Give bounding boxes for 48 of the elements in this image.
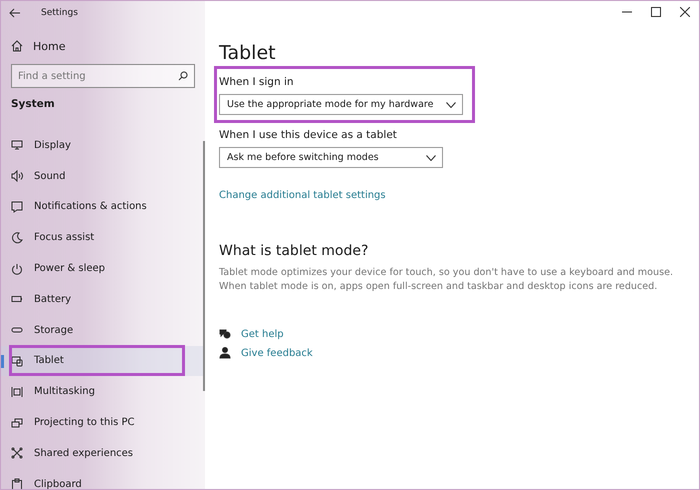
sidebar-item[interactable]: Tablet xyxy=(1,346,205,376)
dropdown[interactable]: Use the appropriate mode for my hardware xyxy=(219,94,463,115)
page-title: Tablet xyxy=(219,42,277,66)
sidebar-item[interactable]: Clipboard xyxy=(1,468,205,489)
sidebar-item[interactable]: Notifications & actions xyxy=(1,192,205,222)
sidebar-item[interactable]: Shared experiences xyxy=(1,438,205,469)
section-heading: System xyxy=(11,98,56,112)
help-link[interactable]: Get help xyxy=(241,328,284,340)
clipboard-icon xyxy=(11,478,23,489)
moon-icon xyxy=(11,232,23,244)
tablet-icon xyxy=(11,354,23,367)
home-icon xyxy=(11,40,23,52)
sidebar-item[interactable]: Display xyxy=(1,130,205,161)
person-icon xyxy=(219,347,231,359)
sidebar-item[interactable]: Multitasking xyxy=(1,376,205,408)
window-title: Settings xyxy=(41,8,78,18)
chevron-down-icon xyxy=(446,102,456,108)
setting-label: When I sign in xyxy=(219,75,295,90)
description-text: Tablet mode optimizes your device for touch, so you don't have to use a keyboard and mouse. When tablet mode is on, apps open full-screen and taskbar and desktop icons are reduced. xyxy=(219,266,674,294)
settings-link[interactable]: Change additional tablet settings xyxy=(219,190,386,201)
help-bubble-icon xyxy=(219,328,231,340)
projector-icon xyxy=(11,416,23,429)
speech-bubble-icon xyxy=(11,200,23,213)
selection-indicator xyxy=(1,354,4,368)
speaker-icon xyxy=(11,170,23,182)
sidebar-item[interactable]: Storage xyxy=(1,314,205,346)
dropdown[interactable]: Ask me before switching modes xyxy=(219,147,443,168)
sidebar-item[interactable]: Sound xyxy=(1,160,205,192)
sidebar-item[interactable]: Focus assist xyxy=(1,222,205,254)
power-icon xyxy=(11,262,23,275)
sidebar-item[interactable]: Power & sleep xyxy=(1,253,205,284)
monitor-icon xyxy=(11,139,23,152)
home-link[interactable]: Home xyxy=(11,36,101,56)
setting-label: When I use this device as a tablet xyxy=(219,128,398,143)
search-field[interactable]: Find a setting xyxy=(11,64,195,88)
back-button[interactable] xyxy=(7,6,23,20)
section-heading: What is tablet mode? xyxy=(219,243,370,261)
scrollbar[interactable] xyxy=(203,141,205,391)
close-icon[interactable] xyxy=(680,7,690,17)
back-arrow-icon xyxy=(9,8,21,18)
multitasking-icon xyxy=(11,386,23,398)
search-icon xyxy=(178,71,188,81)
maximize-icon[interactable] xyxy=(651,7,661,17)
shared-nodes-icon xyxy=(11,447,23,460)
sidebar-item[interactable]: Battery xyxy=(1,284,205,315)
sidebar-item[interactable]: Projecting to this PC xyxy=(1,407,205,438)
help-link[interactable]: Give feedback xyxy=(241,348,313,358)
chevron-down-icon xyxy=(426,154,436,160)
